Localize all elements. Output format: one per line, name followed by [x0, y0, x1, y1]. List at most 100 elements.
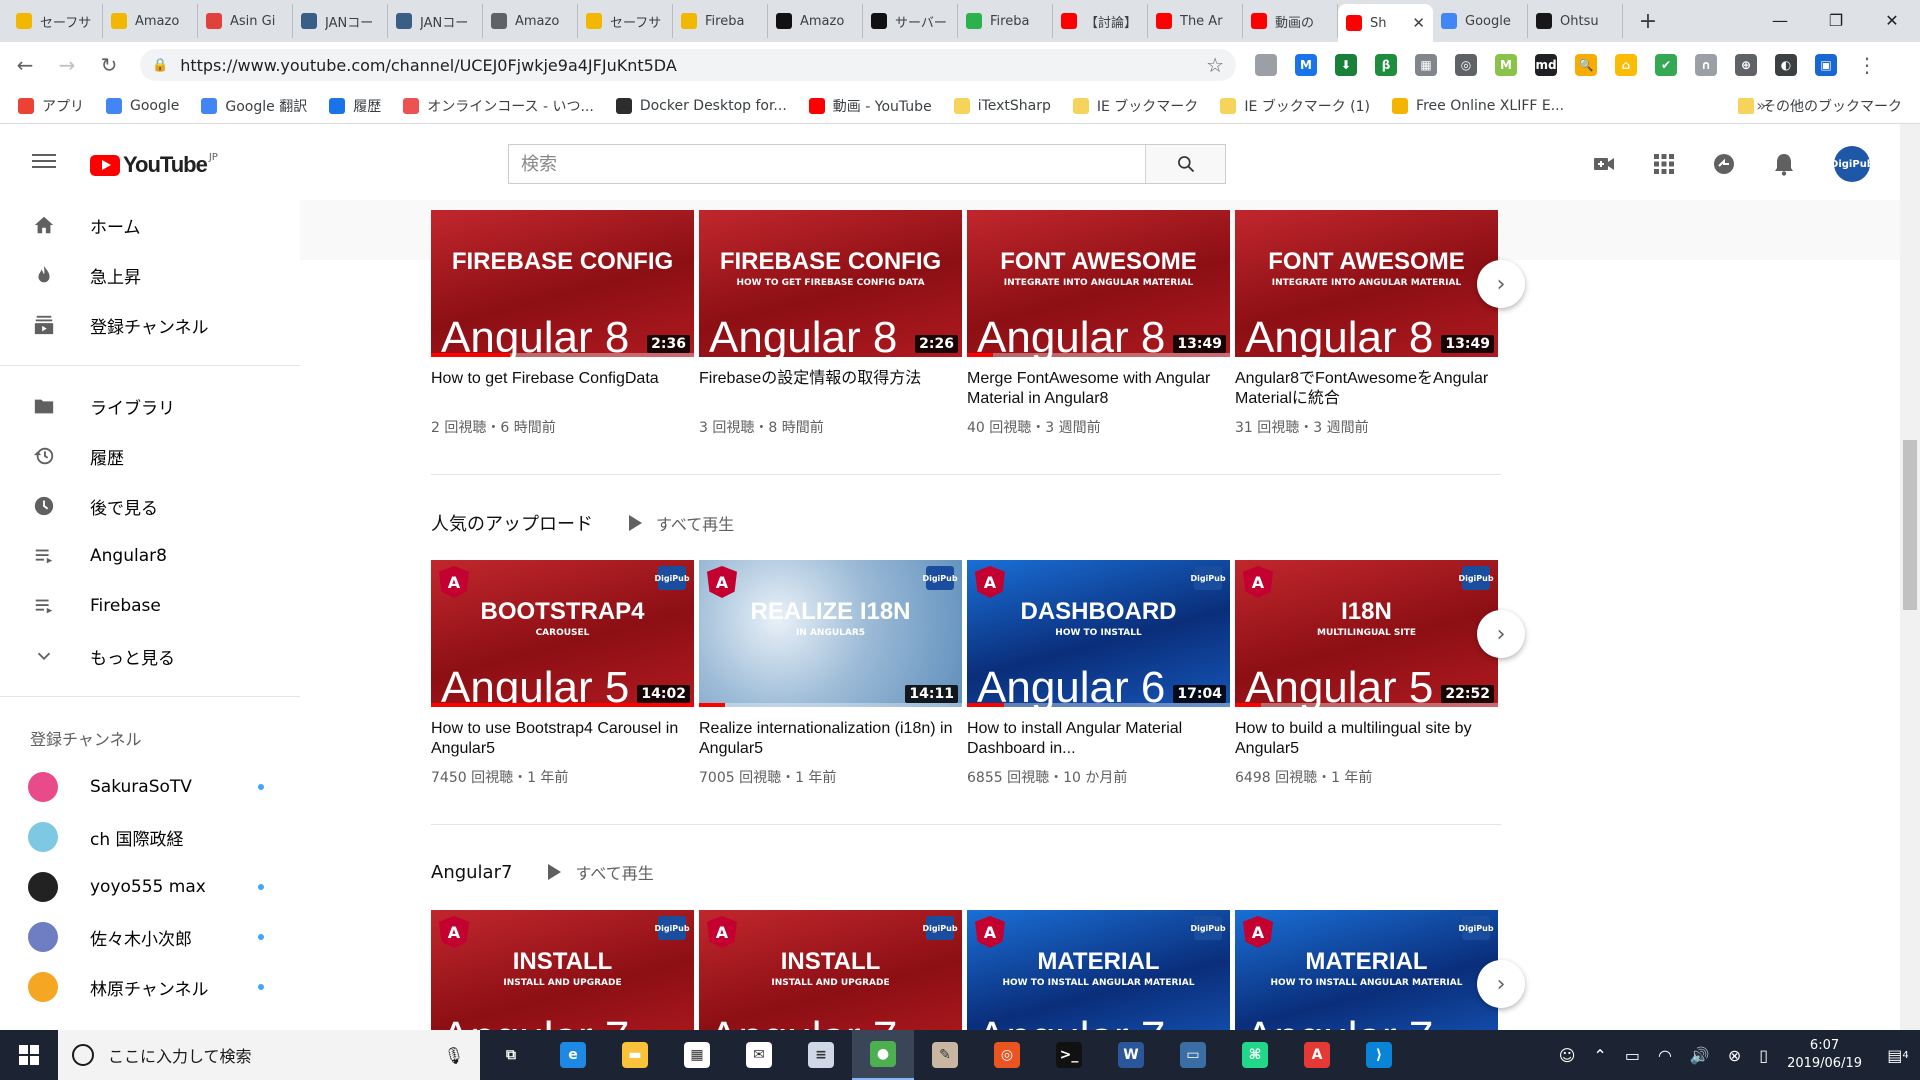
account-avatar[interactable]: DigiPub	[1830, 146, 1874, 182]
ime-icon[interactable]: ▯	[1759, 1046, 1768, 1065]
video-card[interactable]: A DigiPub I18N MULTILINGUAL SITE Angular 5 22…	[1235, 560, 1498, 787]
video-thumbnail[interactable]: A DigiPub DASHBOARD HOW TO INSTALL Angular 6…	[967, 560, 1230, 707]
subscription-item[interactable]: ch 国際政経	[0, 812, 300, 862]
download-ext-icon[interactable]: ⬇	[1335, 54, 1357, 76]
terminal-icon[interactable]: >_	[1038, 1030, 1100, 1080]
video-card[interactable]: A DigiPub INSTALL INSTALL AND UPGRADE Angula…	[699, 910, 962, 1030]
paint-icon[interactable]: ✎	[914, 1030, 976, 1080]
create-video-icon[interactable]	[1592, 152, 1616, 176]
video-card[interactable]: FIREBASE CONFIG HOW TO GET FIREBASE CONFI…	[699, 210, 962, 437]
tab-close-icon[interactable]: ✕	[1412, 14, 1425, 32]
menu-dots-icon[interactable]: ⋮	[1850, 48, 1884, 82]
new-tab-button[interactable]: +	[1633, 6, 1663, 36]
edge-icon[interactable]: e	[542, 1030, 604, 1080]
notepad-icon[interactable]: ≡	[790, 1030, 852, 1080]
browser-tab[interactable]: The Ar	[1148, 4, 1243, 38]
back-arrow-icon[interactable]: ←	[8, 48, 42, 82]
taskbar-search[interactable]: ここに入力して検索 🎙	[58, 1030, 480, 1080]
video-card[interactable]: A DigiPub DASHBOARD HOW TO INSTALL Angular 6…	[967, 560, 1230, 787]
search-input[interactable]	[509, 145, 1145, 183]
next-arrow-icon[interactable]: ›	[1477, 960, 1525, 1008]
maximize-icon[interactable]: ❐	[1808, 0, 1864, 40]
video-thumbnail[interactable]: FIREBASE CONFIG HOW TO GET FIREBASE CONFI…	[699, 210, 962, 357]
file-explorer-icon[interactable]: ▬	[604, 1030, 666, 1080]
magnify-ext-icon[interactable]: ◎	[1455, 54, 1477, 76]
video-thumbnail[interactable]: A DigiPub MATERIAL HOW TO INSTALL ANGULAR M…	[1235, 910, 1498, 1030]
browser-tab[interactable]: Fireba	[958, 4, 1053, 38]
bookmark-item[interactable]: iTextSharp	[953, 97, 1051, 114]
subscription-item[interactable]: 佐々木小次郎	[0, 912, 300, 962]
bookmark-item[interactable]: 履歴	[329, 96, 381, 116]
url-text[interactable]: https://www.youtube.com/channel/UCEJ0Fjw…	[180, 56, 1206, 75]
chrome-icon[interactable]: ●	[852, 1030, 914, 1080]
vscode-icon[interactable]: ⟩	[1348, 1030, 1410, 1080]
profile-ext-icon[interactable]: ▣	[1815, 54, 1837, 76]
network-off-icon[interactable]: ⊗	[1728, 1046, 1741, 1065]
address-bar[interactable]: 🔒 https://www.youtube.com/channel/UCEJ0F…	[140, 49, 1236, 81]
start-button[interactable]	[0, 1030, 58, 1080]
tray-chevron-icon[interactable]: ⌃	[1593, 1046, 1606, 1065]
sidebar-item[interactable]: もっと見る	[0, 631, 300, 681]
sidebar-item[interactable]: Firebase	[0, 581, 300, 631]
bookmark-item[interactable]: 動画 - YouTube	[808, 96, 932, 116]
bookmark-item[interactable]: Docker Desktop for...	[615, 97, 787, 114]
mail-icon[interactable]: ✉	[728, 1030, 790, 1080]
headphones-ext-icon[interactable]: ∩	[1695, 54, 1717, 76]
sidebar-item[interactable]: Angular8	[0, 531, 300, 581]
wifi-icon[interactable]: ◠	[1658, 1046, 1672, 1065]
browser-tab[interactable]: セーフサ	[8, 4, 103, 38]
browser-tab[interactable]: サーバー	[863, 4, 958, 38]
browser-tab[interactable]: Ohtsu	[1528, 4, 1623, 38]
pycharm-icon[interactable]: ⌘	[1224, 1030, 1286, 1080]
acrobat-icon[interactable]: A	[1286, 1030, 1348, 1080]
other-bookmarks[interactable]: その他のブックマーク	[1738, 96, 1902, 116]
browser-tab[interactable]: JANコー	[388, 4, 483, 38]
video-card[interactable]: FONT AWESOME INTEGRATE INTO ANGULAR MATER…	[1235, 210, 1498, 437]
video-thumbnail[interactable]: A DigiPub BOOTSTRAP4 CAROUSEL Angular 5 14:02	[431, 560, 694, 707]
play-all-button[interactable]: すべて再生	[629, 511, 734, 535]
browser-tab[interactable]: Amazo	[768, 4, 863, 38]
shield-ext-icon[interactable]	[1255, 54, 1277, 76]
forward-arrow-icon[interactable]: →	[50, 48, 84, 82]
sidebar-item[interactable]: 急上昇	[0, 250, 300, 300]
sidebar-item[interactable]: 後で見る	[0, 481, 300, 531]
microphone-icon[interactable]: 🎙	[444, 1046, 464, 1065]
browser-tab[interactable]: Google	[1433, 4, 1528, 38]
hamburger-menu-icon[interactable]	[32, 150, 56, 174]
browser-tab[interactable]: Asin Gi	[198, 4, 293, 38]
video-title[interactable]: Realize internationalization (i18n) in A…	[699, 719, 962, 759]
action-center-icon[interactable]: ▤ 4	[1876, 1030, 1920, 1080]
search-ext-icon[interactable]: 🔍	[1575, 54, 1597, 76]
video-title[interactable]: How to build a multilingual site by Angu…	[1235, 719, 1498, 759]
video-card[interactable]: FONT AWESOME INTEGRATE INTO ANGULAR MATER…	[967, 210, 1230, 437]
task-view-icon[interactable]: ⧉	[480, 1030, 542, 1080]
m-green-ext-icon[interactable]: M	[1495, 54, 1517, 76]
bookmark-item[interactable]: Free Online XLIFF E...	[1392, 97, 1564, 114]
remote-icon[interactable]: ▭	[1162, 1030, 1224, 1080]
video-card[interactable]: A DigiPub REALIZE I18N IN ANGULAR5 14:11 Real…	[699, 560, 962, 787]
browser-tab[interactable]: セーフサ	[578, 4, 673, 38]
subscription-item[interactable]: 林原チャンネル	[0, 962, 300, 1012]
home-ext-icon[interactable]: ⌂	[1615, 54, 1637, 76]
bookmark-item[interactable]: IE ブックマーク (1)	[1220, 96, 1370, 116]
battery-icon[interactable]: ▭	[1625, 1046, 1640, 1065]
beta-ext-icon[interactable]: β	[1375, 54, 1397, 76]
bookmark-item[interactable]: Google 翻訳	[201, 96, 307, 116]
video-card[interactable]: A DigiPub INSTALL INSTALL AND UPGRADE Angula…	[431, 910, 694, 1030]
md-ext-icon[interactable]: md	[1535, 54, 1557, 76]
sidebar-item[interactable]: ライブラリ	[0, 381, 300, 431]
sidebar-item[interactable]: 登録チャンネル	[0, 300, 300, 350]
check-ext-icon[interactable]: ✔	[1655, 54, 1677, 76]
close-window-icon[interactable]: ✕	[1864, 0, 1920, 40]
video-thumbnail[interactable]: FIREBASE CONFIG Angular 8 2:36	[431, 210, 694, 357]
search-button[interactable]	[1145, 145, 1225, 183]
video-thumbnail[interactable]: A DigiPub REALIZE I18N IN ANGULAR5 14:11	[699, 560, 962, 707]
video-title[interactable]: How to install Angular Material Dashboar…	[967, 719, 1230, 759]
browser-tab[interactable]: Fireba	[673, 4, 768, 38]
chart-ext-icon[interactable]: ▦	[1415, 54, 1437, 76]
video-title[interactable]: Firebaseの設定情報の取得方法	[699, 369, 962, 409]
browser-tab[interactable]: JANコー	[293, 4, 388, 38]
people-icon[interactable]: ☺	[1559, 1046, 1576, 1065]
moon-ext-icon[interactable]: ◐	[1775, 54, 1797, 76]
bookmark-item[interactable]: IE ブックマーク	[1072, 96, 1198, 116]
